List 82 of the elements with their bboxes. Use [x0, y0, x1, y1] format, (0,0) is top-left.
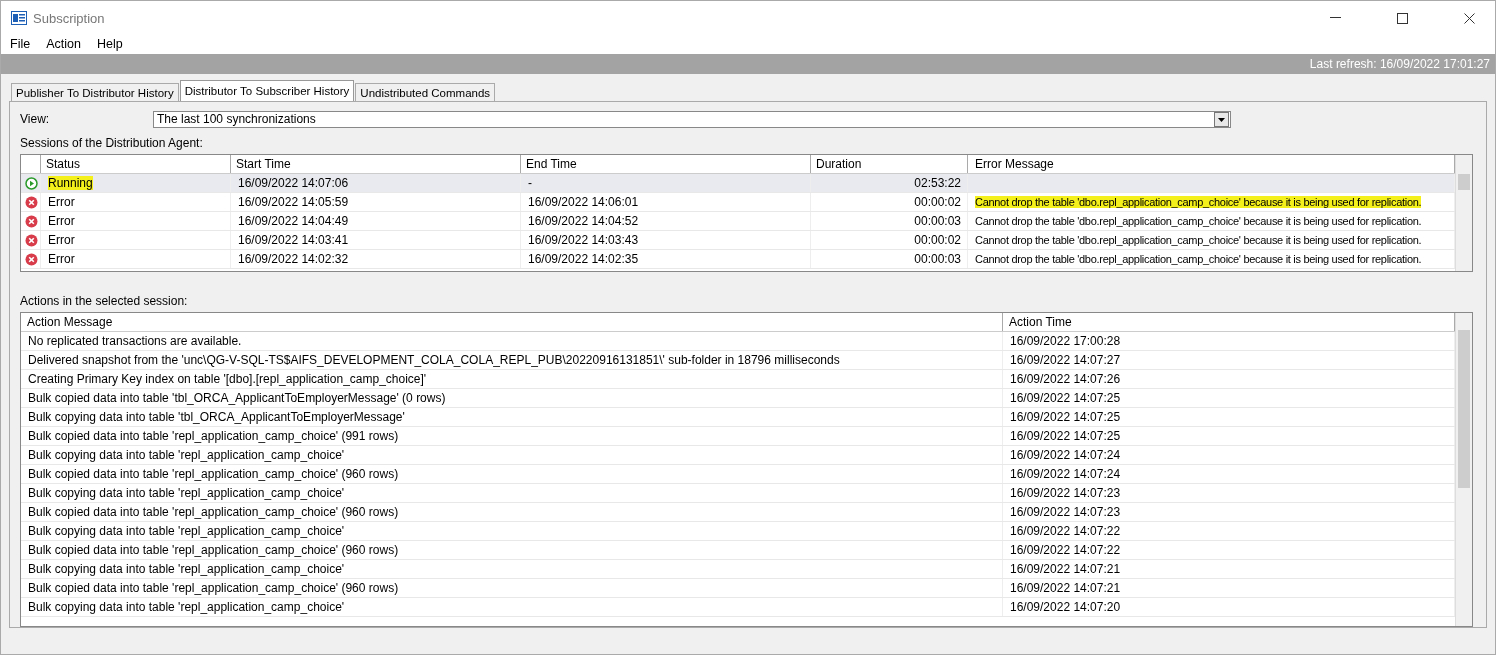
- menu-item[interactable]: Help: [96, 37, 123, 51]
- table-cell-text: Bulk copied data into table 'repl_application_camp_choice' (960 rows): [28, 467, 399, 481]
- last-refresh-text: Last refresh: 16/09/2022 17:01:27: [1309, 57, 1490, 71]
- view-label: View:: [19, 112, 51, 126]
- table-cell-text: Running: [48, 176, 93, 190]
- table-cell-text: Bulk copied data into table 'repl_application_camp_choice' (991 rows): [28, 429, 399, 443]
- table-cell-text: 16/09/2022 14:07:06: [238, 176, 349, 190]
- tab[interactable]: Publisher To Distributor History: [11, 83, 179, 101]
- menu-item[interactable]: Action: [46, 37, 81, 51]
- table-cell-text: Bulk copying data into table 'repl_application_camp_choice': [28, 448, 345, 462]
- session-row[interactable]: Running 16/09/2022 14:07:06 - 02:53:22: [21, 174, 1455, 193]
- table-cell-text: Bulk copying data into table 'repl_application_camp_choice': [28, 524, 345, 538]
- table-cell-text: Cannot drop the table 'dbo.repl_application_camp_choice' because it is being used for replication.: [975, 253, 1422, 265]
- table-cell-text: 16/09/2022 14:02:32: [238, 252, 349, 266]
- table-cell-text: Error: [48, 195, 75, 209]
- window-title: Subscription: [33, 10, 105, 26]
- session-row[interactable]: Error 16/09/2022 14:03:41 16/09/2022 14:03:43 00:00:02 Cannot drop the table 'dbo.repl_application_camp_choice' because it is being used for replication.: [21, 231, 1455, 250]
- table-cell-text: 00:00:02: [914, 233, 961, 247]
- section-label: Actions in the selected session:: [20, 294, 188, 308]
- table-cell-text: Cannot drop the table 'dbo.repl_application_camp_choice' because it is being used for replication.: [975, 234, 1422, 246]
- table-cell-text: 16/09/2022 14:07:27: [1010, 353, 1121, 367]
- table-cell-text: Bulk copied data into table 'tbl_ORCA_ApplicantToEmployerMessage' (0 rows): [28, 391, 446, 405]
- table-cell-text: Bulk copied data into table 'repl_application_camp_choice' (960 rows): [28, 543, 399, 557]
- table-cell-text: 16/09/2022 14:04:52: [528, 214, 639, 228]
- table-cell-text: 16/09/2022 14:07:23: [1010, 486, 1121, 500]
- table-cell-text: 00:00:03: [914, 214, 961, 228]
- view-dropdown[interactable]: The last 100 synchronizations: [153, 110, 1231, 128]
- session-row[interactable]: Error 16/09/2022 14:05:59 16/09/2022 14:06:01 00:00:02 Cannot drop the table 'dbo.repl_application_camp_choice' because it is being used for replication.: [21, 193, 1455, 212]
- table-cell-text: 02:53:22: [914, 176, 961, 190]
- column-header[interactable]: Status: [41, 155, 231, 173]
- table-cell-text: 16/09/2022 14:03:41: [238, 233, 349, 247]
- column-header[interactable]: Start Time: [231, 155, 521, 173]
- table-cell-text: 16/09/2022 14:07:23: [1010, 505, 1121, 519]
- table-cell-text: Bulk copying data into table 'repl_application_camp_choice': [28, 486, 345, 500]
- scrollbar[interactable]: [1455, 313, 1472, 626]
- table-cell-text: 16/09/2022 14:07:21: [1010, 581, 1121, 595]
- table-cell-text: Bulk copied data into table 'repl_application_camp_choice' (960 rows): [28, 581, 399, 595]
- table-cell-text: -: [528, 176, 532, 190]
- table-cell-text: 16/09/2022 14:07:26: [1010, 372, 1121, 386]
- table-cell-text: Error: [48, 252, 75, 266]
- table-cell-text: 00:00:03: [914, 252, 961, 266]
- app-icon: [11, 11, 27, 25]
- close-icon[interactable]: [1464, 12, 1475, 24]
- table-cell-text: Bulk copying data into table 'repl_application_camp_choice': [28, 600, 345, 614]
- minimize-icon[interactable]: [1330, 17, 1341, 19]
- table-cell-text: 16/09/2022 14:07:21: [1010, 562, 1121, 576]
- session-row[interactable]: Error 16/09/2022 14:02:32 16/09/2022 14:02:35 00:00:03 Cannot drop the table 'dbo.repl_application_camp_choice' because it is being used for replication.: [21, 250, 1455, 269]
- table-cell-text: 16/09/2022 14:07:25: [1010, 429, 1121, 443]
- table-cell-text: Bulk copied data into table 'repl_application_camp_choice' (960 rows): [28, 505, 399, 519]
- table-cell-text: 16/09/2022 14:03:43: [528, 233, 639, 247]
- table-cell-text: Bulk copying data into table 'repl_application_camp_choice': [28, 562, 345, 576]
- table-cell-text: 16/09/2022 14:07:24: [1010, 448, 1121, 462]
- table-cell-text: 16/09/2022 14:05:59: [238, 195, 349, 209]
- column-header[interactable]: Duration: [811, 155, 968, 173]
- table-cell-text: 00:00:02: [914, 195, 961, 209]
- tab[interactable]: Distributor To Subscriber History: [179, 80, 355, 101]
- table-cell-text: Cannot drop the table 'dbo.repl_application_camp_choice' because it is being used for replication.: [975, 215, 1422, 227]
- table-cell-text: 16/09/2022 14:04:49: [238, 214, 349, 228]
- table-cell-text: Creating Primary Key index on table '[dbo].[repl_application_camp_choice]': [28, 372, 427, 386]
- table-cell-text: 16/09/2022 17:00:28: [1010, 334, 1121, 348]
- scrollbar[interactable]: [1455, 155, 1472, 271]
- table-cell-text: 16/09/2022 14:07:22: [1010, 524, 1121, 538]
- table-cell-text: Error: [48, 214, 75, 228]
- maximize-icon[interactable]: [1397, 12, 1408, 24]
- table-cell-text: Delivered snapshot from the 'unc\QG-V-SQL-TS$AIFS_DEVELOPMENT_COLA_COLA_REPL_PUB\20220916131851\' sub-folder in 18796 milliseconds: [28, 353, 840, 367]
- table-cell-text: 16/09/2022 14:07:24: [1010, 467, 1121, 481]
- table-cell-text: 16/09/2022 14:07:25: [1010, 391, 1121, 405]
- table-cell-text: Error: [48, 233, 75, 247]
- table-cell-text: 16/09/2022 14:02:35: [528, 252, 639, 266]
- column-header[interactable]: Action Message: [21, 313, 1003, 331]
- table-cell-text: Bulk copying data into table 'tbl_ORCA_ApplicantToEmployerMessage': [28, 410, 405, 424]
- table-cell-text: 16/09/2022 14:07:20: [1010, 600, 1121, 614]
- table-cell-text: 16/09/2022 14:06:01: [528, 195, 639, 209]
- section-label: Sessions of the Distribution Agent:: [20, 136, 203, 150]
- menu-item[interactable]: File: [10, 37, 31, 51]
- tab[interactable]: Undistributed Commands: [355, 83, 496, 101]
- session-row[interactable]: Error 16/09/2022 14:04:49 16/09/2022 14:04:52 00:00:03 Cannot drop the table 'dbo.repl_application_camp_choice' because it is being used for replication.: [21, 212, 1455, 231]
- table-cell-text: 16/09/2022 14:07:22: [1010, 543, 1121, 557]
- table-cell-text: No replicated transactions are available.: [28, 334, 242, 348]
- table-cell-text: Cannot drop the table 'dbo.repl_application_camp_choice' because it is being used for replication.: [975, 196, 1422, 208]
- table-cell-text: 16/09/2022 14:07:25: [1010, 410, 1121, 424]
- column-header[interactable]: End Time: [521, 155, 811, 173]
